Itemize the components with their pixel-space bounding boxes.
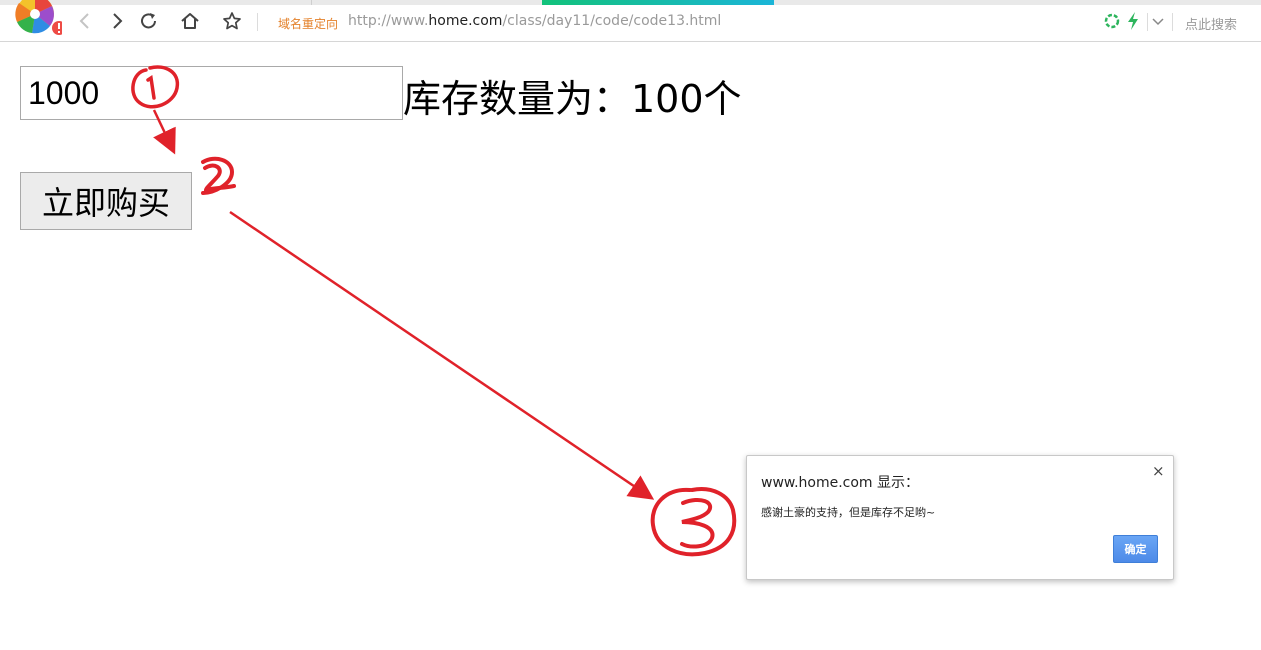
url-host: home.com xyxy=(428,13,503,29)
dialog-title: www.home.com 显示： xyxy=(761,475,920,491)
security-shield-icon[interactable] xyxy=(1104,11,1120,31)
bookmark-star-icon[interactable] xyxy=(221,10,243,32)
annotation-step-3 xyxy=(650,487,737,557)
quantity-input[interactable] xyxy=(20,66,403,120)
tab-separator xyxy=(311,0,312,5)
url-path: /class/day11/code/code13.html xyxy=(502,13,722,29)
url-scheme: http://www. xyxy=(348,13,429,29)
dialog-message: 感谢土豪的支持，但是库存不足哟~ xyxy=(761,506,936,519)
back-icon[interactable] xyxy=(74,10,96,32)
redirect-label[interactable]: 域名重定向 xyxy=(278,15,338,32)
lightning-icon[interactable] xyxy=(1125,11,1141,31)
toolbar-divider xyxy=(1172,13,1173,31)
search-box[interactable]: 点此搜索 xyxy=(1185,14,1237,33)
dialog-ok-button[interactable]: 确定 xyxy=(1113,535,1158,563)
reload-icon[interactable] xyxy=(138,10,160,32)
annotation-arrow-2 xyxy=(229,210,655,500)
tab-active-indicator xyxy=(542,0,774,5)
toolbar-divider xyxy=(257,13,258,31)
stock-quantity-text: 库存数量为：100个 xyxy=(403,77,742,121)
chevron-down-icon[interactable] xyxy=(1150,11,1166,31)
home-icon[interactable] xyxy=(179,10,201,32)
browser-logo-icon[interactable] xyxy=(10,0,62,40)
alert-dialog: www.home.com 显示： × 感谢土豪的支持，但是库存不足哟~ 确定 xyxy=(746,455,1174,580)
address-bar[interactable]: http://www.home.com/class/day11/code/cod… xyxy=(348,13,721,29)
close-icon[interactable]: × xyxy=(1152,462,1165,480)
browser-toolbar: 域名重定向 http://www.home.com/class/day11/co… xyxy=(0,0,1261,42)
toolbar-divider xyxy=(1147,13,1148,31)
buy-now-button[interactable]: 立即购买 xyxy=(20,172,192,230)
annotation-step-2 xyxy=(201,156,236,195)
forward-icon[interactable] xyxy=(106,10,128,32)
